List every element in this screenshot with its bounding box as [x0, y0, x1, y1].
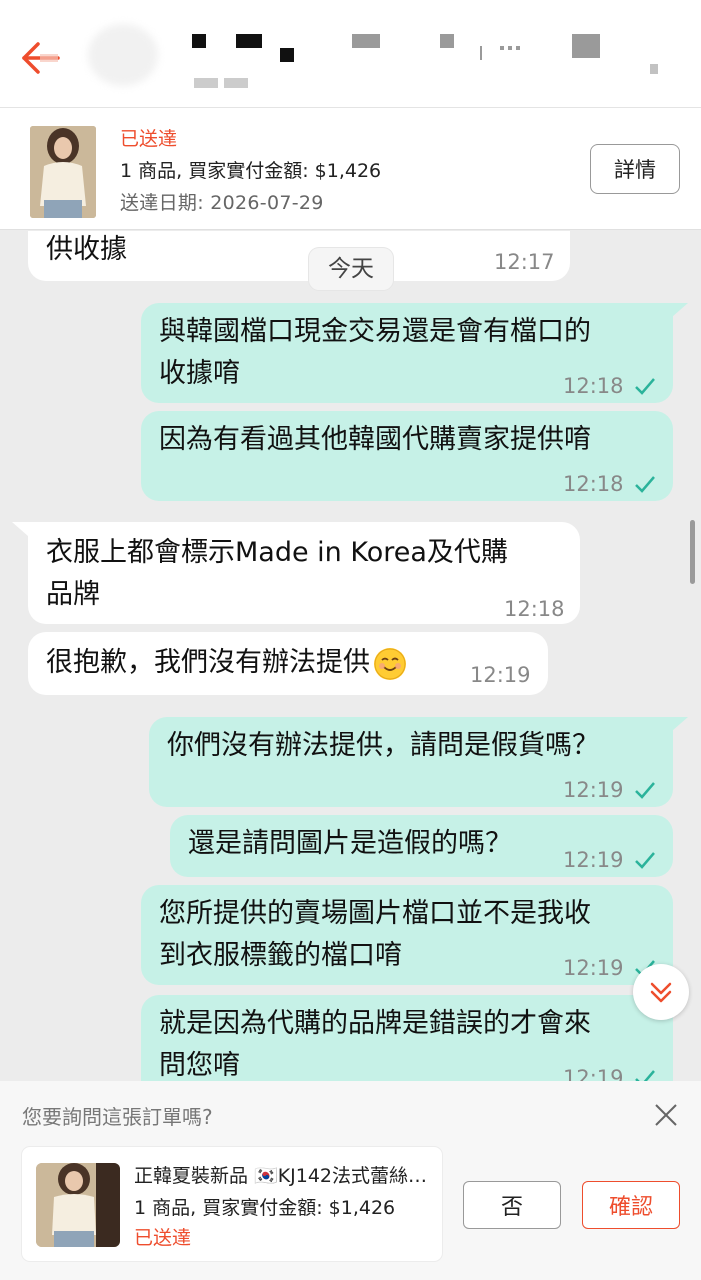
checkmark-icon [634, 1070, 655, 1081]
message-bubble-incoming: 衣服上都會標示Made in Korea及代購 品牌 12:18 [28, 522, 580, 624]
order-status: 已送達 [120, 128, 178, 150]
message-text: 你們沒有辦法提供，請問是假貨嗎？ [167, 730, 599, 761]
avatar [88, 24, 158, 86]
message-time: 12:19 [563, 839, 656, 881]
checkmark-icon [634, 782, 655, 799]
message-text: 與韓國檔口現金交易還是會有檔口的 [159, 316, 591, 347]
scrollbar[interactable] [690, 520, 695, 584]
message-text: 到衣服標籤的檔口唷 [159, 940, 402, 971]
product-card: 正韓夏裝新品 🇰🇷KJ142法式蕾絲背心 1 商品, 買家實付金額: $1,42… [22, 1147, 442, 1261]
scroll-down-icon[interactable] [633, 964, 689, 1020]
product-name: 正韓夏裝新品 🇰🇷KJ142法式蕾絲背心 [134, 1165, 434, 1187]
close-icon[interactable] [650, 1099, 682, 1131]
message-bubble-outgoing: 還是請問圖片是造假的嗎？ 12:19 [170, 815, 673, 877]
product-status: 已送達 [134, 1227, 192, 1249]
order-summary: 1 商品, 買家實付金額: $1,426 [120, 160, 382, 182]
message-text: 就是因為代購的品牌是錯誤的才會來 [159, 1008, 591, 1039]
details-button[interactable]: 詳情 [590, 144, 680, 194]
order-inquiry-panel: 您要詢問這張訂單嗎? 正韓夏裝新品 🇰🇷KJ142法式蕾絲背心 1 商品, 買家… [0, 1081, 701, 1280]
chat-header [0, 0, 701, 108]
checkmark-icon [634, 852, 655, 869]
message-text: 問您唷 [159, 1050, 240, 1081]
product-thumbnail [36, 1163, 120, 1247]
message-bubble-incoming: 供收據 12:17 [28, 231, 570, 281]
inquiry-question: 您要詢問這張訂單嗎? [22, 1105, 213, 1129]
message-bubble-outgoing: 您所提供的賣場圖片檔口並不是我收 到衣服標籤的檔口唷 12:19 [141, 885, 673, 985]
no-button[interactable]: 否 [463, 1181, 561, 1229]
message-time: 12:18 [563, 463, 656, 505]
message-text: 還是請問圖片是造假的嗎？ [188, 828, 512, 859]
message-bubble-outgoing: 你們沒有辦法提供，請問是假貨嗎？ 12:19 [149, 717, 673, 807]
redacted-contact-name [88, 24, 658, 94]
message-text: 衣服上都會標示Made in Korea及代購 [46, 537, 508, 568]
message-text: 您所提供的賣場圖片檔口並不是我收 [159, 898, 591, 929]
order-delivery-date: 送達日期: 2026-07-29 [120, 192, 324, 214]
order-card: 已送達 1 商品, 買家實付金額: $1,426 送達日期: 2026-07-2… [0, 108, 701, 230]
message-time: 12:17 [494, 250, 555, 274]
message-text: 品牌 [46, 579, 100, 610]
back-arrow-icon[interactable] [18, 36, 62, 80]
order-product-thumbnail [30, 126, 96, 218]
message-bubble-outgoing: 因為有看過其他韓國代購賣家提供唷 12:18 [141, 411, 673, 501]
message-time: 12:19 [563, 1057, 656, 1081]
message-text: 很抱歉，我們沒有辦法提供 [46, 642, 406, 684]
message-bubble-outgoing: 與韓國檔口現金交易還是會有檔口的 收據唷 12:18 [141, 303, 673, 403]
checkmark-icon [634, 378, 655, 395]
checkmark-icon [634, 476, 655, 493]
product-summary: 1 商品, 買家實付金額: $1,426 [134, 1197, 396, 1219]
message-text: 收據唷 [159, 358, 240, 389]
message-time: 12:19 [563, 769, 656, 811]
message-time: 12:18 [563, 365, 656, 407]
confirm-button[interactable]: 確認 [582, 1181, 680, 1229]
smiling-face-emoji [374, 647, 406, 680]
message-text: 因為有看過其他韓國代購賣家提供唷 [159, 424, 591, 455]
message-text: 供收據 [46, 234, 127, 265]
message-time: 12:18 [504, 597, 565, 621]
date-divider: 今天 [309, 248, 393, 290]
message-bubble-incoming: 很抱歉，我們沒有辦法提供 12:19 [28, 632, 548, 695]
message-bubble-outgoing: 就是因為代購的品牌是錯誤的才會來 問您唷 12:19 [141, 995, 673, 1081]
chat-area[interactable]: 供收據 12:17 今天 與韓國檔口現金交易還是會有檔口的 收據唷 12:18 … [0, 231, 701, 1081]
message-time: 12:19 [470, 663, 531, 687]
